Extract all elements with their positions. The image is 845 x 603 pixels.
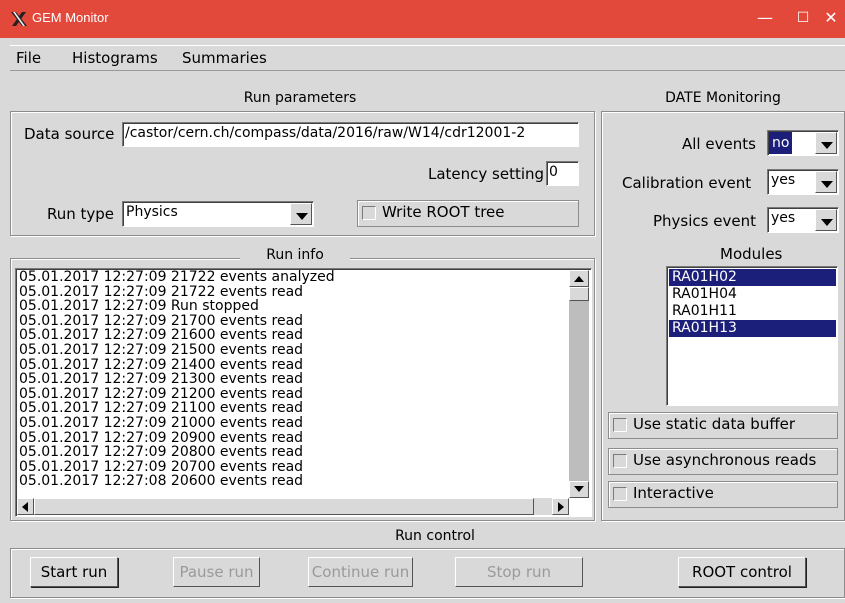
physics-event-select[interactable]: yes (767, 207, 839, 233)
continue-run-button[interactable]: Continue run (308, 557, 413, 587)
modules-label: Modules (720, 245, 783, 263)
log-line: 05.01.2017 12:27:09 21400 events read (19, 356, 304, 373)
scroll-track[interactable] (569, 301, 589, 481)
async-reads-label: Use asynchronous reads (633, 451, 817, 469)
menu-histograms[interactable]: Histograms (72, 49, 158, 67)
minimize-icon[interactable]: — (750, 6, 780, 30)
interactive-checkbox[interactable]: Interactive (608, 481, 838, 508)
scroll-thumb[interactable] (569, 287, 589, 301)
physics-event-label: Physics event (653, 212, 756, 230)
log-line: 05.01.2017 12:27:09 Run stopped (19, 298, 259, 315)
hscroll-thumb[interactable] (34, 498, 534, 515)
chevron-down-icon[interactable] (815, 209, 837, 231)
root-control-button[interactable]: ROOT control (678, 557, 806, 587)
log-line: 05.01.2017 12:27:09 21000 events read (19, 414, 304, 431)
modules-list[interactable]: RA01H02 RA01H04 RA01H11 RA01H13 (666, 266, 838, 406)
async-reads-checkbox[interactable]: Use asynchronous reads (608, 448, 838, 475)
log-line: 05.01.2017 12:27:09 20700 events read (19, 458, 304, 475)
run-info-log[interactable]: 05.01.2017 12:27:09 21722 events analyze… (15, 268, 592, 517)
arrow-right-icon (558, 502, 564, 512)
data-source-input[interactable]: /castor/cern.ch/compass/data/2016/raw/W1… (122, 122, 579, 147)
data-source-label: Data source (24, 125, 115, 143)
run-parameters-legend: Run parameters (230, 90, 370, 106)
checkbox-icon (362, 206, 376, 220)
horizontal-scrollbar[interactable] (17, 498, 569, 515)
run-type-value: Physics (126, 204, 178, 220)
calibration-event-value: yes (771, 172, 796, 188)
write-root-tree-label: Write ROOT tree (382, 203, 505, 221)
all-events-label: All events (682, 135, 756, 153)
module-item[interactable]: RA01H11 (669, 303, 836, 320)
scroll-down-button[interactable] (569, 481, 589, 498)
checkbox-icon (613, 454, 627, 468)
run-type-select[interactable]: Physics (122, 201, 314, 227)
start-run-button[interactable]: Start run (30, 557, 118, 587)
run-info-lines: 05.01.2017 12:27:09 21722 events analyze… (19, 270, 335, 489)
window-title: GEM Monitor (32, 10, 109, 25)
checkbox-icon (613, 487, 627, 501)
chevron-down-icon[interactable] (290, 203, 312, 225)
run-info-legend: Run info (240, 247, 350, 263)
calibration-event-select[interactable]: yes (767, 169, 839, 195)
interactive-label: Interactive (633, 484, 714, 502)
module-item[interactable]: RA01H04 (669, 286, 836, 303)
latency-input[interactable]: 0 (546, 161, 579, 186)
scroll-right-button[interactable] (552, 498, 569, 515)
checkbox-icon (613, 418, 627, 432)
log-line: 05.01.2017 12:27:08 20600 events read (19, 473, 304, 490)
calibration-event-label: Calibration event (622, 174, 752, 192)
run-control-legend: Run control (375, 528, 495, 544)
menu-summaries[interactable]: Summaries (182, 49, 267, 67)
menu-bar: File Histograms Summaries (10, 45, 845, 71)
maximize-icon[interactable]: ☐ (788, 6, 818, 30)
static-buffer-checkbox[interactable]: Use static data buffer (608, 412, 838, 439)
menu-file[interactable]: File (16, 49, 41, 67)
run-type-label: Run type (47, 205, 115, 223)
log-line: 05.01.2017 12:27:09 20800 events read (19, 444, 304, 461)
log-line: 05.01.2017 12:27:09 21722 events analyze… (19, 269, 335, 285)
log-line: 05.01.2017 12:27:09 20900 events read (19, 429, 304, 446)
x11-app-icon (11, 12, 27, 26)
chevron-down-icon[interactable] (815, 171, 837, 193)
vertical-scrollbar[interactable] (569, 270, 589, 498)
pause-run-button[interactable]: Pause run (173, 557, 260, 587)
log-line: 05.01.2017 12:27:09 21100 events read (19, 400, 304, 417)
log-line: 05.01.2017 12:27:09 21200 events read (19, 385, 304, 402)
chevron-down-icon[interactable] (815, 132, 837, 154)
log-line: 05.01.2017 12:27:09 21500 events read (19, 341, 304, 358)
all-events-select[interactable]: no (767, 130, 839, 156)
scroll-left-button[interactable] (17, 498, 34, 515)
static-buffer-label: Use static data buffer (633, 415, 796, 433)
module-item[interactable]: RA01H02 (669, 269, 836, 286)
write-root-tree-checkbox[interactable]: Write ROOT tree (357, 200, 579, 227)
title-bar[interactable]: GEM Monitor — ☐ ✕ (0, 0, 845, 38)
log-line: 05.01.2017 12:27:09 21700 events read (19, 312, 304, 329)
latency-label: Latency setting (428, 165, 545, 183)
log-line: 05.01.2017 12:27:09 21300 events read (19, 371, 304, 388)
stop-run-button[interactable]: Stop run (455, 557, 583, 587)
log-line: 05.01.2017 12:27:09 21600 events read (19, 327, 304, 344)
module-item[interactable]: RA01H13 (669, 320, 836, 337)
date-monitoring-legend: DATE Monitoring (648, 90, 798, 106)
physics-event-value: yes (771, 210, 796, 226)
scroll-up-button[interactable] (569, 270, 589, 287)
arrow-down-icon (574, 486, 584, 492)
log-line: 05.01.2017 12:27:09 21722 events read (19, 283, 304, 300)
arrow-left-icon (22, 502, 28, 512)
all-events-value: no (769, 132, 793, 154)
arrow-up-icon (574, 276, 584, 282)
close-icon[interactable]: ✕ (816, 6, 845, 30)
